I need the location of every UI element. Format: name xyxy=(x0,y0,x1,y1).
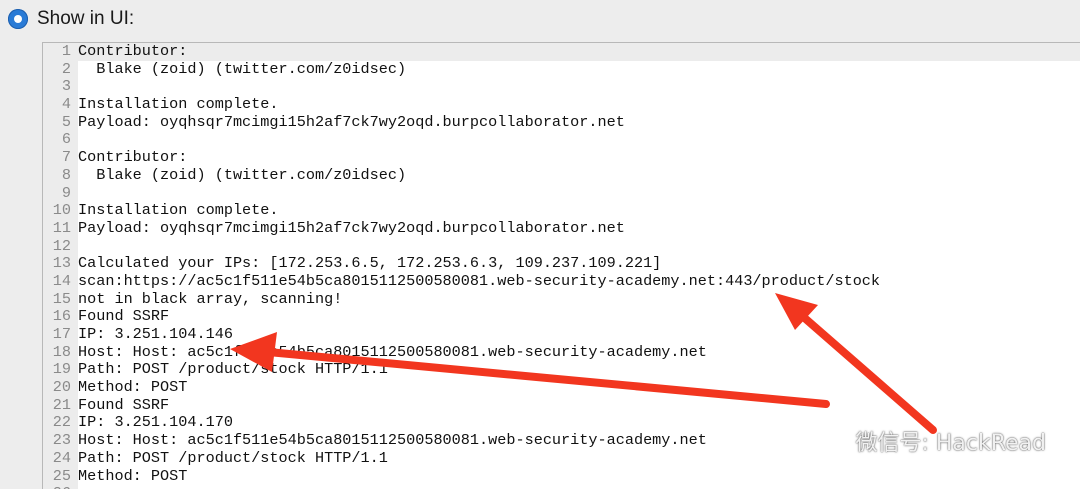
line-number: 4 xyxy=(43,95,78,114)
line-number: 1 xyxy=(43,43,78,61)
code-line[interactable]: 8 Blake (zoid) (twitter.com/z0idsec) xyxy=(43,165,1080,185)
code-line[interactable]: 15 not in black array, scanning! xyxy=(43,289,1080,309)
line-number: 20 xyxy=(43,378,78,397)
line-number: 11 xyxy=(43,219,78,238)
code-line[interactable]: 1 Contributor: xyxy=(43,43,1080,61)
line-number: 21 xyxy=(43,396,78,415)
line-text: IP: 3.251.104.170 xyxy=(78,413,233,432)
radio-selected-icon[interactable] xyxy=(8,9,28,29)
code-line[interactable]: 12 xyxy=(43,237,1080,256)
line-text: Found SSRF xyxy=(78,307,170,326)
line-text: Path: POST /product/stock HTTP/1.1 xyxy=(78,360,388,379)
line-text: Method: POST xyxy=(78,378,188,397)
code-line[interactable]: 13 Calculated your IPs: [172.253.6.5, 172… xyxy=(43,255,1080,273)
code-line[interactable]: 7 Contributor: xyxy=(43,148,1080,167)
line-text: IP: 3.251.104.146 xyxy=(78,325,233,343)
line-number: 9 xyxy=(43,184,78,203)
show-in-ui-label: Show in UI: xyxy=(37,8,135,29)
line-number: 26 xyxy=(43,484,78,489)
line-text: Installation complete. xyxy=(78,95,279,114)
code-line[interactable]: 19 Path: POST /product/stock HTTP/1.1 xyxy=(43,360,1080,380)
line-number: 18 xyxy=(43,343,78,362)
code-line[interactable]: 10 Installation complete. xyxy=(43,201,1080,220)
code-line[interactable]: 11 Payload: oyqhsqr7mcimgi15h2af7ck7wy2oq… xyxy=(43,218,1080,238)
watermark-text: 微信号: HackRead xyxy=(855,431,1046,456)
code-line[interactable]: 6 xyxy=(43,131,1080,150)
code-line[interactable]: 9 xyxy=(43,184,1080,203)
code-line[interactable]: 3 xyxy=(43,78,1080,97)
line-number: 19 xyxy=(43,361,78,380)
line-number: 17 xyxy=(43,325,78,344)
code-line[interactable]: 16 Found SSRF xyxy=(43,308,1080,326)
line-number: 7 xyxy=(43,148,78,167)
code-line[interactable]: 4 Installation complete. xyxy=(43,95,1080,114)
code-line[interactable]: 25 Method: POST xyxy=(43,466,1080,486)
line-number: 14 xyxy=(43,272,78,291)
code-editor[interactable]: 1 Contributor: 2 Blake (zoid) (twitter.com… xyxy=(42,42,1080,489)
line-text: Blake (zoid) (twitter.com/z0idsec) xyxy=(78,165,407,184)
line-text: Method: POST xyxy=(78,466,188,485)
line-text: Calculated your IPs: [172.253.6.5, 172.2… xyxy=(78,254,662,273)
line-number: 12 xyxy=(43,237,78,256)
code-line[interactable]: 17 IP: 3.251.104.146 xyxy=(43,325,1080,344)
line-text: Found SSRF xyxy=(78,395,170,414)
line-text: Installation complete. xyxy=(78,201,279,220)
line-number: 5 xyxy=(43,113,78,132)
line-text: scan:https://ac5c1f511e54b5ca80151125005… xyxy=(78,271,881,290)
wechat-icon xyxy=(814,428,847,453)
line-number: 13 xyxy=(43,255,78,273)
line-number: 15 xyxy=(43,290,78,309)
line-text: Payload: oyqhsqr7mcimgi15h2af7ck7wy2oqd.… xyxy=(78,218,625,237)
line-text: Host: Host: ac5c1f511e54b5ca801511250058… xyxy=(78,431,707,450)
code-line[interactable]: 14 scan:https://ac5c1f511e54b5ca801511250… xyxy=(43,271,1080,291)
line-number: 23 xyxy=(43,431,78,450)
line-text: Path: POST /product/stock HTTP/1.1 xyxy=(78,448,388,467)
line-number: 2 xyxy=(43,60,78,79)
line-text: Contributor: xyxy=(78,148,188,167)
line-number: 3 xyxy=(43,78,78,97)
line-number: 25 xyxy=(43,467,78,486)
line-text: Payload: oyqhsqr7mcimgi15h2af7ck7wy2oqd.… xyxy=(78,112,625,131)
code-line[interactable]: 18 Host: Host: ac5c1f511e54b5ca8015112500… xyxy=(43,342,1080,362)
line-number: 6 xyxy=(43,131,78,150)
line-text: not in black array, scanning! xyxy=(78,289,343,308)
code-line[interactable]: 20 Method: POST xyxy=(43,378,1080,397)
line-number: 24 xyxy=(43,449,78,468)
line-text: Blake (zoid) (twitter.com/z0idsec) xyxy=(78,59,407,78)
code-line[interactable]: 21 Found SSRF xyxy=(43,395,1080,415)
watermark: 微信号: HackRead xyxy=(813,424,1046,458)
line-number: 22 xyxy=(43,414,78,433)
line-number: 10 xyxy=(43,201,78,220)
code-line[interactable]: 5 Payload: oyqhsqr7mcimgi15h2af7ck7wy2oqd… xyxy=(43,112,1080,132)
code-line[interactable]: 2 Blake (zoid) (twitter.com/z0idsec) xyxy=(43,59,1080,79)
line-text: Contributor: xyxy=(78,42,188,60)
line-text: Host: Host: ac5c1f511e54b5ca801511250058… xyxy=(78,342,707,361)
show-in-ui-option[interactable]: Show in UI: xyxy=(8,6,134,32)
code-line[interactable]: 26 xyxy=(43,484,1080,489)
line-number: 8 xyxy=(43,166,78,185)
line-number: 16 xyxy=(43,308,78,326)
